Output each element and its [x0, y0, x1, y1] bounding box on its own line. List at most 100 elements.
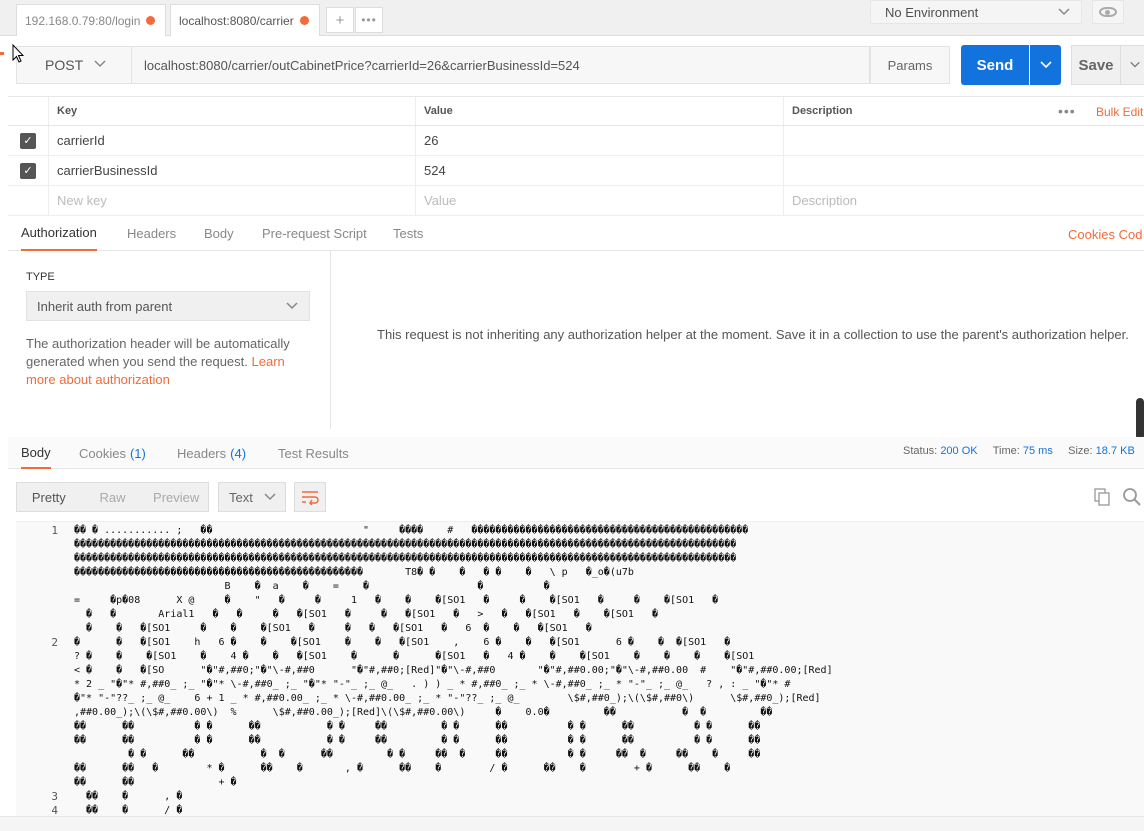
table-row: ✓ carrierBusinessId 524	[8, 156, 1144, 186]
bulk-edit-link[interactable]: Bulk Edit	[1096, 97, 1143, 127]
tab-label: Cookies	[79, 445, 126, 461]
send-options-button[interactable]	[1030, 45, 1061, 85]
response-body-viewer[interactable]: 1 2 3 4 �� � ........... ; �� " ���� # �…	[16, 521, 1144, 816]
tab-body[interactable]: Body	[204, 216, 234, 251]
view-pretty-button[interactable]: Pretty	[17, 483, 81, 511]
param-description-field[interactable]	[783, 126, 1144, 155]
response-body-line: � � Arial1 � � � �[SO1 � � �[SO1 � > � �…	[74, 609, 658, 620]
response-body-line: �� � , �	[74, 791, 183, 802]
request-tab-carrier[interactable]: localhost:8080/carrier	[170, 4, 320, 36]
response-body-line: �� �� + �	[74, 777, 237, 788]
tab-response-headers[interactable]: Headers (4)	[177, 437, 246, 469]
tab-tests[interactable]: Tests	[393, 216, 423, 251]
response-body-line: �"* "-"??_ ;_ @_ 6 + 1 _ * #,##0.00_ ;_ …	[74, 693, 821, 704]
unsaved-dot-icon	[300, 16, 309, 25]
auth-type-select[interactable]: Inherit auth from parent	[26, 291, 310, 321]
tab-pre-request-script[interactable]: Pre-request Script	[262, 216, 367, 251]
params-button[interactable]: Params	[870, 46, 950, 84]
param-value-field[interactable]: 524	[415, 156, 783, 185]
accent-mark	[0, 52, 4, 55]
auth-description: The authorization header will be automat…	[26, 335, 301, 389]
response-body-line: * 2 _ "�"* #,##0_ ;_ "�"* \-#,##0_ ;_ "�…	[74, 679, 791, 690]
request-tabs: Authorization Headers Body Pre-request S…	[8, 216, 1144, 251]
auth-type-label: TYPE	[26, 271, 55, 283]
method-select[interactable]: POST	[16, 46, 132, 84]
tab-options-button[interactable]: •••	[355, 7, 383, 33]
checkmark-icon: ✓	[20, 132, 36, 149]
response-body-line: � � �� � � �� � � �� � �� � � �� � �� � …	[74, 749, 761, 760]
param-key-field[interactable]: carrierBusinessId	[48, 156, 415, 185]
new-key-field[interactable]: New key	[48, 186, 415, 215]
auth-description-text: The authorization header will be automat…	[26, 336, 290, 369]
chevron-down-icon	[263, 489, 277, 506]
size-label: Size:	[1068, 445, 1093, 457]
auth-message: This request is not inheriting any autho…	[377, 327, 1129, 342]
auth-type-value: Inherit auth from parent	[37, 298, 173, 314]
column-header-value: Value	[415, 97, 783, 125]
scrollbar-thumb[interactable]	[1136, 398, 1144, 440]
save-options-button[interactable]	[1121, 45, 1144, 85]
size-value[interactable]: 18.7 KB	[1096, 445, 1135, 457]
method-value: POST	[45, 57, 84, 73]
new-description-field[interactable]: Description	[783, 186, 1144, 215]
new-tab-button[interactable]: +	[326, 7, 354, 33]
environment-select[interactable]: No Environment	[870, 0, 1082, 24]
new-value-field[interactable]: Value	[415, 186, 783, 215]
tab-headers[interactable]: Headers	[127, 216, 176, 251]
search-icon[interactable]	[1122, 487, 1142, 507]
new-param-row: New key Value Description	[8, 186, 1144, 216]
params-table: Key Value Description ••• Bulk Edit ✓ ca…	[8, 96, 1144, 216]
status-value[interactable]: 200 OK	[940, 445, 977, 457]
checkmark-icon: ✓	[20, 162, 36, 179]
tab-label: localhost:8080/carrier	[179, 13, 294, 28]
view-raw-button[interactable]: Raw	[81, 483, 145, 511]
view-mode-toggle: Pretty Raw Preview	[16, 482, 209, 512]
copy-icon[interactable]	[1094, 488, 1110, 506]
response-body-line: ����������������������������������������…	[74, 553, 737, 564]
row-checkbox-spacer	[8, 186, 48, 215]
column-header-key: Key	[48, 97, 415, 125]
tab-authorization[interactable]: Authorization	[21, 216, 97, 251]
headers-count: (4)	[230, 445, 247, 461]
tab-test-results[interactable]: Test Results	[278, 437, 349, 469]
format-select[interactable]: Text	[218, 482, 286, 512]
request-tab-login[interactable]: 192.168.0.79:80/login	[16, 4, 166, 36]
wrap-lines-icon	[302, 491, 319, 505]
save-button[interactable]: Save	[1071, 45, 1121, 85]
response-body-line: �� �� � * � �� � , � �� � / � �� � + � �…	[74, 763, 731, 774]
line-number: 3	[51, 790, 58, 803]
more-options-icon[interactable]: •••	[1058, 103, 1076, 119]
format-value: Text	[229, 489, 253, 505]
chevron-down-icon	[1129, 58, 1141, 73]
tab-strip: 192.168.0.79:80/login localhost:8080/car…	[0, 0, 1144, 36]
row-checkbox[interactable]: ✓	[8, 156, 48, 185]
table-row: ✓ carrierId 26	[8, 126, 1144, 156]
time-value[interactable]: 75 ms	[1023, 445, 1053, 457]
cookies-code-links[interactable]: Cookies Cod	[1068, 227, 1142, 242]
response-body-line: < � � �[SO "�"#,##0;"�"\-#,##0 "�"#,##0;…	[74, 665, 833, 676]
wrap-lines-button[interactable]	[294, 482, 326, 512]
tab-response-body[interactable]: Body	[21, 437, 51, 469]
environment-quick-look-button[interactable]	[1092, 0, 1124, 24]
url-input[interactable]: localhost:8080/carrier/outCabinetPrice?c…	[132, 46, 870, 84]
response-body-line: �� � / �	[74, 805, 183, 816]
send-button[interactable]: Send	[961, 45, 1029, 85]
params-table-header: Key Value Description ••• Bulk Edit	[8, 96, 1144, 126]
tab-label: Headers	[177, 445, 227, 461]
response-meta: Status: 200 OK Time: 75 ms Size: 18.7 KB	[903, 445, 1135, 457]
response-body-line: �� �� � � �� � � �� � � �� � � �� � � ��	[74, 735, 761, 746]
view-preview-button[interactable]: Preview	[144, 483, 208, 511]
mouse-cursor-icon	[12, 44, 24, 63]
cookies-count: (1)	[129, 445, 146, 461]
auth-type-panel: TYPE Inherit auth from parent The author…	[8, 251, 331, 429]
param-key-field[interactable]: carrierId	[48, 126, 415, 155]
status-bar	[0, 816, 1144, 831]
tab-response-cookies[interactable]: Cookies (1)	[79, 437, 146, 469]
param-value-field[interactable]: 26	[415, 126, 783, 155]
chevron-down-icon	[1057, 4, 1071, 21]
response-tabs: Body Cookies (1) Headers (4) Test Results …	[8, 437, 1144, 469]
param-description-field[interactable]	[783, 156, 1144, 185]
response-body-line: �� � ........... ; �� " ���� # ���������…	[74, 525, 749, 536]
line-number: 4	[51, 804, 58, 816]
row-checkbox[interactable]: ✓	[8, 126, 48, 155]
